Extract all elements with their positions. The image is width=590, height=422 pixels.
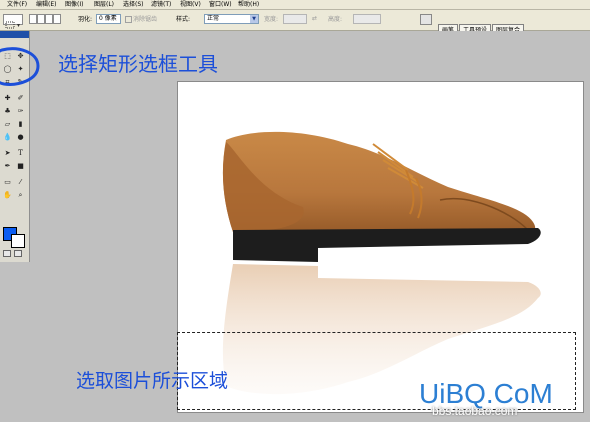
feather-input[interactable]: 0 像素 [96,14,121,24]
dodge-icon[interactable]: ● [15,132,26,143]
notes-icon[interactable]: ▭ [2,177,13,188]
eraser-icon[interactable]: ▱ [2,119,13,130]
antialias-checkbox[interactable]: 消除锯齿 [125,14,157,25]
menu-layer[interactable]: 图层(L) [94,0,114,9]
chevron-down-icon: ▼ [250,15,258,23]
blur-icon[interactable]: 💧 [2,132,13,143]
style-select-value: 正常 [207,15,220,22]
zoom-icon[interactable]: ⌕ [15,190,26,201]
checkbox-icon [125,16,132,23]
standard-mode-icon[interactable] [3,250,11,257]
width-label: 宽度: [264,16,279,23]
brush-icon[interactable]: ✐ [15,93,26,104]
menu-view[interactable]: 视图(V) [180,0,201,9]
menu-help[interactable]: 帮助(H) [238,0,259,9]
new-selection-icon[interactable] [29,14,37,24]
style-select[interactable]: 正常 ▼ [204,14,259,24]
tool-preset-icon[interactable] [3,14,23,29]
height-label: 高度: [328,16,343,23]
area-hint-annotation: 选取图片所示区域 [76,370,229,392]
toolbox-header [0,31,29,38]
healing-brush-icon[interactable]: ✚ [2,93,13,104]
tool-hint-annotation: 选择矩形选框工具 [58,52,218,76]
eyedropper-icon[interactable]: ⁄ [15,177,26,188]
type-icon[interactable]: T [15,148,26,159]
add-selection-icon[interactable] [37,14,45,24]
pen-icon[interactable]: ✒ [2,161,13,172]
custom-shape-icon[interactable]: ■ [15,161,26,172]
hand-icon[interactable]: ✋ [2,190,13,201]
quick-mask-icon[interactable] [14,250,22,257]
menu-window[interactable]: 窗口(W) [209,0,232,9]
path-selection-icon[interactable]: ➤ [2,148,13,159]
menu-edit[interactable]: 编辑(E) [36,0,56,9]
menu-filter[interactable]: 滤镜(T) [151,0,171,9]
gradient-icon[interactable]: ▮ [15,119,26,130]
highlight-circle [0,47,40,86]
background-color-swatch[interactable] [11,234,25,248]
menu-select[interactable]: 选择(S) [123,0,144,9]
history-brush-icon[interactable]: ✑ [15,106,26,117]
height-input[interactable] [353,14,381,24]
menu-file[interactable]: 文件(F) [7,0,27,9]
swap-dimensions-icon[interactable]: ⇄ [312,16,320,22]
watermark-url: bbs.taobao.com [432,404,518,418]
feather-label: 羽化: [78,16,93,23]
antialias-label: 消除锯齿 [133,16,158,23]
intersect-selection-icon[interactable] [53,14,61,24]
tool-options-bar: 羽化: 0 像素 消除锯齿 样式: 正常 ▼ 宽度: ⇄ 高度: 画笔 工具预设… [0,10,590,38]
palette-well-icon[interactable] [420,14,432,25]
style-label: 样式: [176,16,191,23]
subtract-selection-icon[interactable] [45,14,53,24]
menu-bar: 文件(F) 编辑(E) 图像(I) 图层(L) 选择(S) 滤镜(T) 视图(V… [0,0,590,10]
clone-stamp-icon[interactable]: ♣ [2,106,13,117]
menu-image[interactable]: 图像(I) [65,0,83,9]
width-input[interactable] [283,14,307,24]
